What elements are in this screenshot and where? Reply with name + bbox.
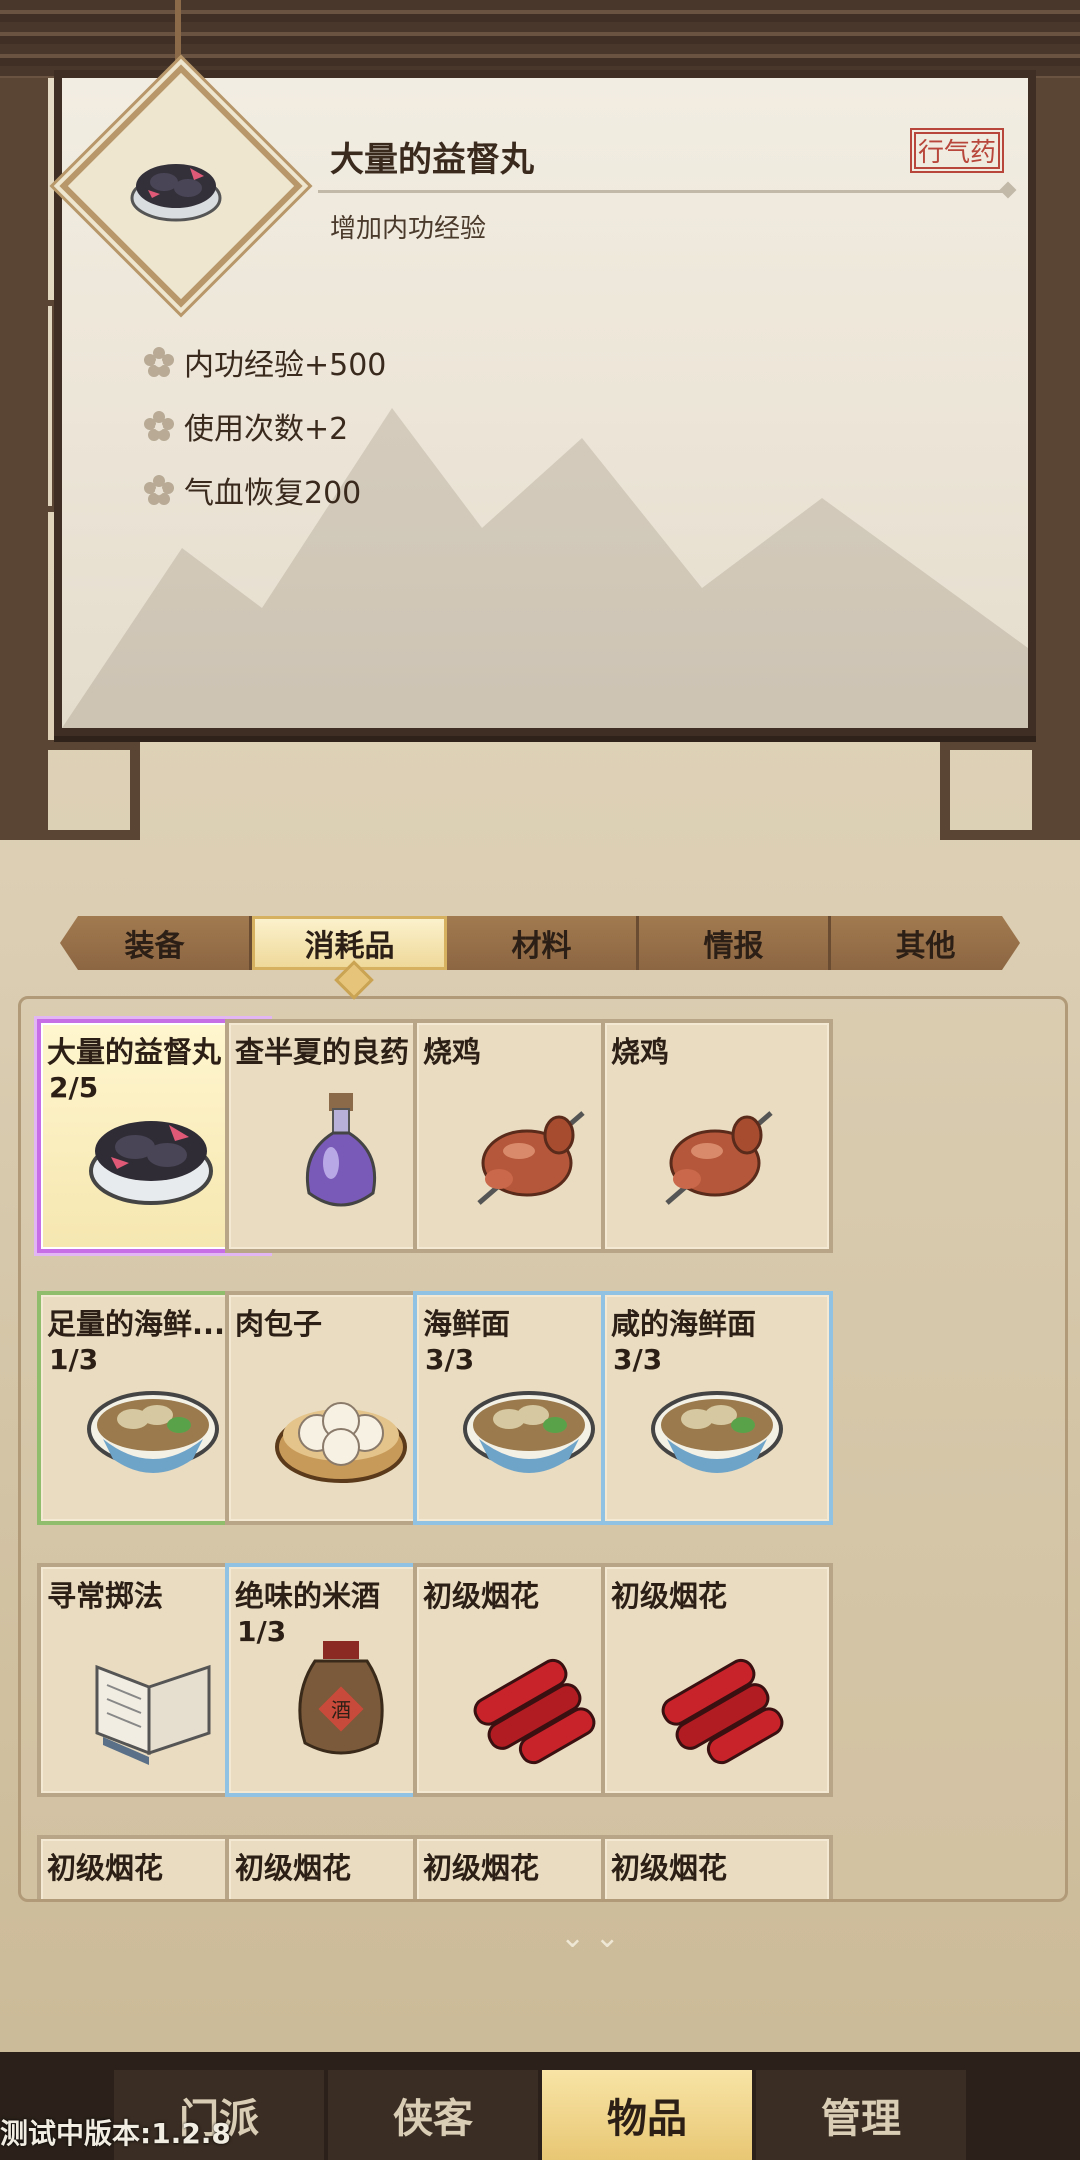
flower-bullet-icon [144, 475, 174, 505]
tab-equipment[interactable]: 装备 [60, 916, 252, 970]
inventory-item[interactable]: 咸的海鲜面 3/3 [601, 1291, 833, 1525]
frame-ornament-right [940, 740, 1080, 840]
pill-bowl-icon [89, 1121, 213, 1205]
nav-manage[interactable]: 管理 [756, 2070, 966, 2160]
top-beam [0, 0, 1080, 78]
noodle-bowl-icon [651, 1391, 783, 1473]
item-name: 初级烟花 [423, 1851, 540, 1885]
stat-text: 使用次数+2 [184, 412, 349, 447]
item-name: 肉包子 [235, 1307, 323, 1341]
steamed-buns-icon [275, 1402, 407, 1483]
item-name: 烧鸡 [423, 1035, 482, 1069]
stat-text: 内功经验+500 [184, 348, 387, 383]
item-name: 足量的海鲜... [47, 1307, 226, 1341]
category-tabs: 装备 消耗品 材料 情报 其他 [60, 916, 1020, 970]
inventory-panel: 大量的益督丸 2/5 使用 查半夏的良药 烧鸡 [18, 996, 1068, 1902]
inventory-item[interactable]: 初级烟花 [601, 1563, 833, 1797]
item-name: 寻常掷法 [47, 1579, 164, 1613]
roast-chicken-icon [665, 1111, 773, 1205]
tab-consumables[interactable]: 消耗品 [252, 916, 447, 970]
tab-intel[interactable]: 情报 [639, 916, 831, 970]
pill-bowl-icon [130, 164, 222, 222]
item-name: 初级烟花 [611, 1851, 728, 1885]
flower-bullet-icon [144, 411, 174, 441]
item-name: 咸的海鲜面 [611, 1307, 757, 1341]
svg-text:酒: 酒 [331, 1698, 351, 1722]
item-name: 绝味的米酒 [235, 1579, 381, 1613]
tab-other[interactable]: 其他 [831, 916, 1020, 970]
item-name: 初级烟花 [47, 1851, 164, 1885]
item-name: 烧鸡 [611, 1035, 670, 1069]
noodle-bowl-icon [463, 1391, 595, 1473]
flower-bullet-icon [144, 347, 174, 377]
item-type-tag: 行气药 [910, 128, 1005, 173]
item-name: 海鲜面 [423, 1307, 511, 1341]
noodle-bowl-icon [87, 1391, 219, 1473]
item-name: 大量的益督丸 [47, 1035, 222, 1069]
detail-item-name: 大量的益督丸 [330, 140, 534, 180]
firecracker-icon [473, 1658, 596, 1765]
item-name: 初级烟花 [235, 1851, 352, 1885]
frame-ornament-left-top [0, 300, 58, 512]
stat-text: 气血恢复200 [184, 476, 362, 511]
roast-chicken-icon [477, 1111, 585, 1205]
potion-bottle-icon [305, 1093, 377, 1207]
stat-row-2: 使用次数+2 [142, 404, 348, 448]
nav-items[interactable]: 物品 [542, 2070, 752, 2160]
firecracker-icon [661, 1658, 784, 1765]
item-name: 查半夏的良药 [235, 1035, 410, 1069]
version-label: 测试中版本:1.2.8 [0, 2117, 231, 2150]
stat-row-3: 气血恢复200 [142, 468, 361, 512]
item-name: 初级烟花 [611, 1579, 728, 1613]
book-icon [95, 1664, 211, 1765]
inventory-item[interactable]: 烧鸡 [601, 1019, 833, 1253]
birds-decoration: ⌄ ⌄ [560, 1920, 620, 1955]
wine-jar-icon: 酒 [298, 1641, 384, 1755]
frame-ornament-left [0, 740, 140, 840]
detail-divider [318, 190, 1008, 193]
inventory-item[interactable]: 初级烟花 [601, 1835, 833, 1899]
tab-materials[interactable]: 材料 [447, 916, 639, 970]
nav-heroes[interactable]: 侠客 [328, 2070, 538, 2160]
detail-item-description: 增加内功经验 [330, 214, 487, 244]
stat-row-1: 内功经验+500 [142, 340, 386, 384]
item-name: 初级烟花 [423, 1579, 540, 1613]
